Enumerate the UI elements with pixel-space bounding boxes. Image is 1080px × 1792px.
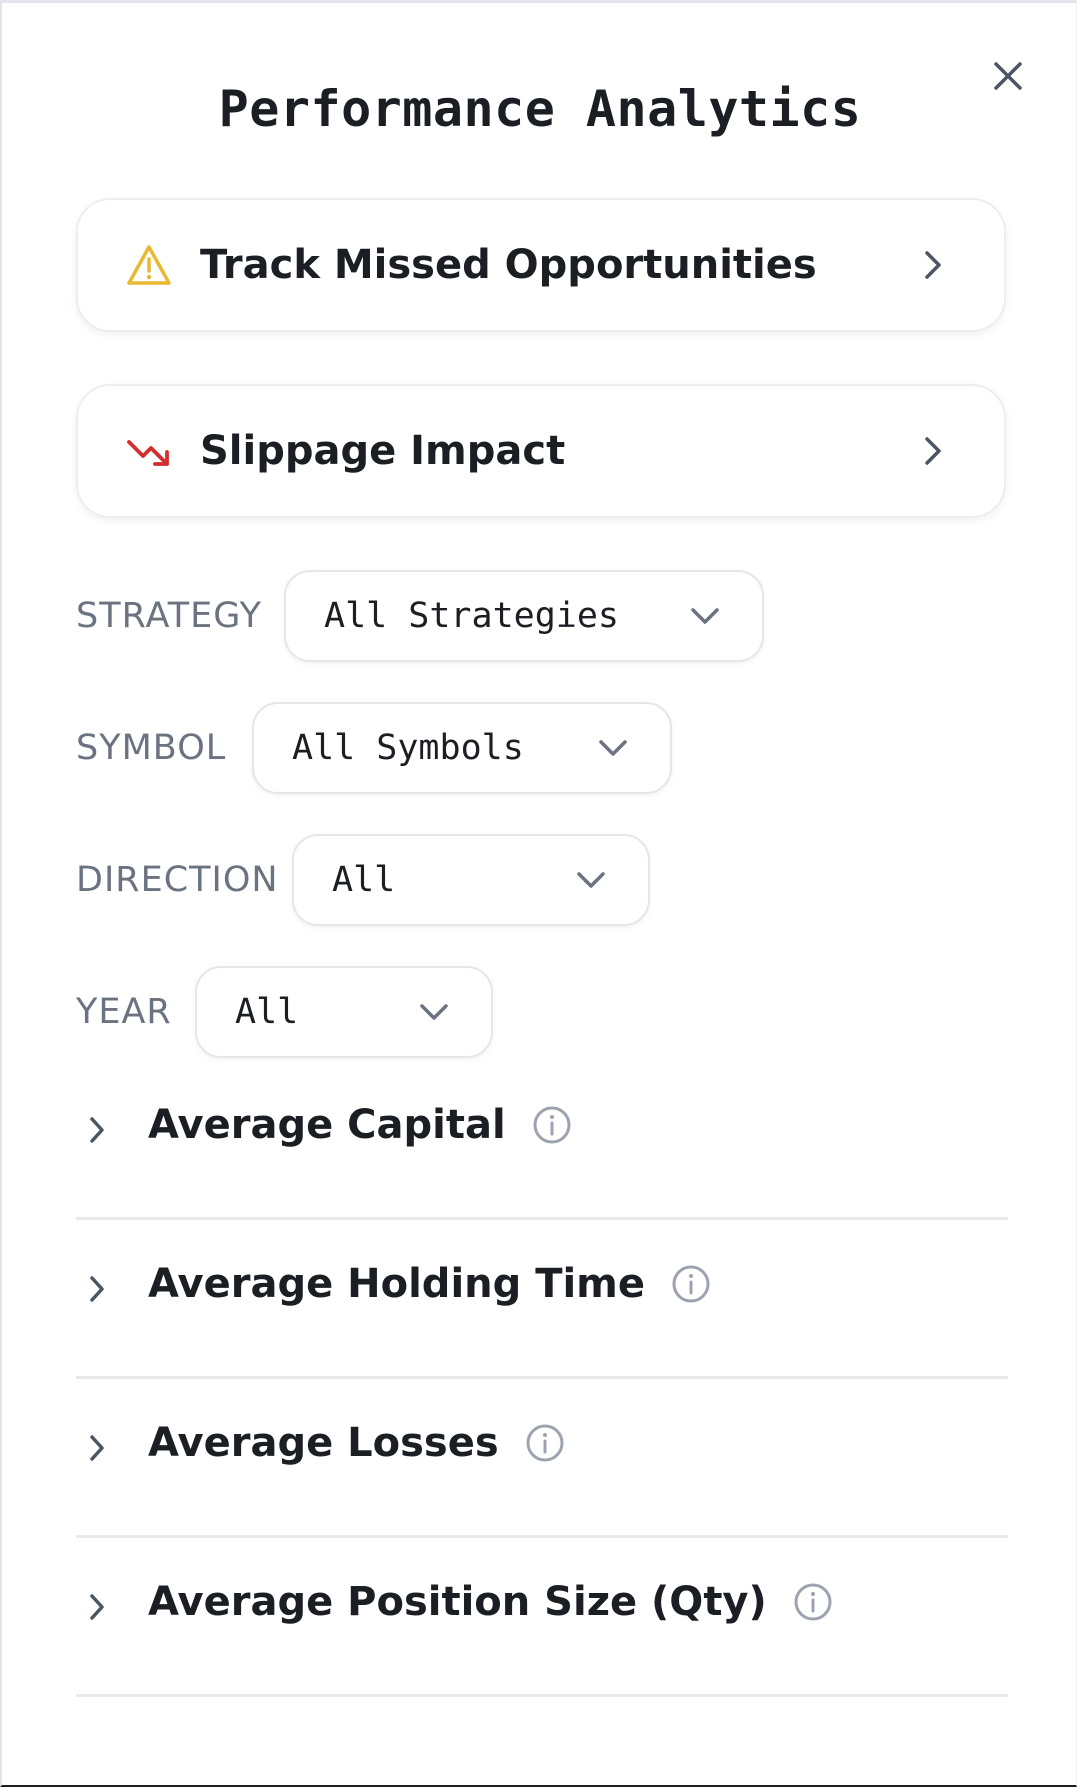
symbol-select[interactable]: All Symbols — [252, 702, 672, 794]
nav-card-label: Track Missed Opportunities — [200, 242, 817, 288]
strategy-select-value: All Strategies — [324, 596, 620, 636]
symbol-select-value: All Symbols — [292, 728, 524, 768]
chevron-right-icon — [84, 1589, 110, 1625]
chevron-right-icon — [84, 1271, 110, 1307]
accordion-average-capital[interactable]: Average Capital — [76, 1062, 1008, 1220]
chevron-right-icon — [84, 1112, 110, 1148]
accordion-average-position-size[interactable]: Average Position Size (Qty) — [76, 1539, 1008, 1697]
info-icon[interactable] — [793, 1582, 833, 1622]
accordion-average-losses[interactable]: Average Losses — [76, 1380, 1008, 1538]
chevron-right-icon — [918, 433, 948, 469]
accordion-average-holding-time[interactable]: Average Holding Time — [76, 1221, 1008, 1379]
chevron-right-icon — [84, 1430, 110, 1466]
direction-select-value: All — [332, 860, 396, 900]
info-icon[interactable] — [671, 1264, 711, 1304]
accordion-title: Average Losses — [148, 1420, 499, 1466]
chevron-down-icon — [574, 869, 608, 891]
chevron-right-icon — [918, 247, 948, 283]
dialog-title: Performance Analytics — [218, 80, 862, 138]
track-missed-opportunities-card[interactable]: Track Missed Opportunities — [76, 198, 1006, 332]
slippage-impact-card[interactable]: Slippage Impact — [76, 384, 1006, 518]
direction-select[interactable]: All — [292, 834, 650, 926]
year-filter-label: YEAR — [76, 992, 172, 1032]
strategy-select[interactable]: All Strategies — [284, 570, 764, 662]
direction-filter-label: DIRECTION — [76, 860, 279, 900]
symbol-filter-label: SYMBOL — [76, 728, 227, 768]
year-select-value: All — [235, 992, 299, 1032]
warning-triangle-icon — [126, 242, 172, 288]
trending-down-icon — [126, 428, 172, 474]
accordion-title: Average Capital — [148, 1102, 506, 1148]
nav-card-label: Slippage Impact — [200, 428, 566, 474]
strategy-filter-label: STRATEGY — [76, 596, 262, 636]
chevron-down-icon — [417, 1001, 451, 1023]
accordion-title: Average Holding Time — [148, 1261, 645, 1307]
year-select[interactable]: All — [195, 966, 493, 1058]
info-icon[interactable] — [532, 1105, 572, 1145]
accordion-title: Average Position Size (Qty) — [148, 1579, 767, 1625]
chevron-down-icon — [596, 737, 630, 759]
info-icon[interactable] — [525, 1423, 565, 1463]
chevron-down-icon — [688, 605, 722, 627]
